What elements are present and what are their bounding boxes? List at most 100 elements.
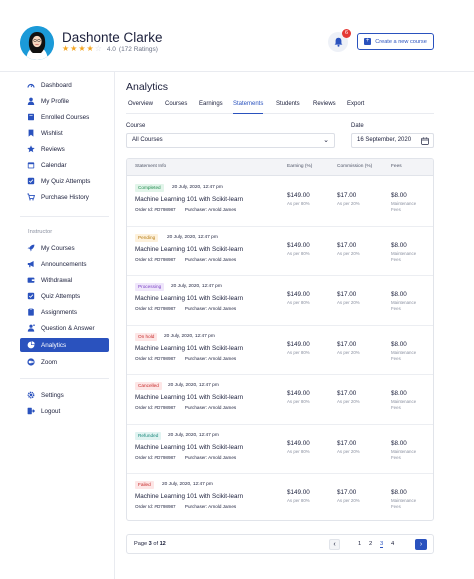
sidebar-item-settings[interactable]: Settings bbox=[20, 388, 109, 402]
table-row[interactable]: Processing 20 July, 2020, 12:47 pm Machi… bbox=[127, 276, 433, 326]
sidebar-item-my-profile[interactable]: My Profile bbox=[20, 94, 109, 108]
sidebar-item-question-answer[interactable]: Question & Answer bbox=[20, 321, 109, 335]
fees-note: Maintenance Fees bbox=[391, 250, 417, 262]
pagination: Page 3 of 12 ‹ 1 2 3 4 › bbox=[126, 534, 434, 554]
table-row[interactable]: Completed 20 July, 2020, 12:47 pm Machin… bbox=[127, 177, 433, 227]
course-name[interactable]: Machine Learning 101 with Scikit-learn bbox=[135, 345, 243, 352]
table-header: Statement Info Earning (%) Commission (%… bbox=[127, 159, 433, 176]
sidebar: Dashboard My Profile Enrolled Courses Wi… bbox=[20, 72, 110, 579]
earning-amount: $149.00 bbox=[287, 390, 310, 397]
sidebar-item-quiz-attempts[interactable]: Quiz Attempts bbox=[20, 289, 109, 303]
book-icon bbox=[27, 113, 35, 121]
order-meta: Order Id: #D798987 Purchaser: Arnold Jam… bbox=[135, 207, 236, 212]
tab-reviews[interactable]: Reviews bbox=[313, 100, 336, 114]
commission-amount: $17.00 bbox=[337, 291, 357, 298]
commission-amount: $17.00 bbox=[337, 439, 357, 447]
date-value: 16 September, 2020 bbox=[357, 137, 412, 143]
sidebar-item-purchase-history[interactable]: Purchase History bbox=[20, 190, 109, 204]
earning-note: As per 80% bbox=[287, 498, 310, 503]
next-page-button[interactable]: › bbox=[415, 539, 427, 550]
tab-overview[interactable]: Overview bbox=[128, 100, 153, 114]
earning-amount: $149.00 bbox=[287, 489, 310, 496]
rating-count: (172 Ratings) bbox=[118, 45, 158, 53]
column-header-commission: Commission (%) bbox=[337, 164, 373, 169]
rocket-icon bbox=[27, 244, 35, 252]
sidebar-item-announcements[interactable]: Announcements bbox=[20, 257, 109, 271]
order-id: Order Id: #D798987 bbox=[135, 256, 176, 262]
sidebar-item-my-quiz-attempts[interactable]: My Quiz Attempts bbox=[20, 174, 109, 188]
statement-datetime: 20 July, 2020, 12:47 pm bbox=[168, 432, 219, 438]
sidebar-item-logout[interactable]: Logout bbox=[20, 404, 109, 418]
star-icon bbox=[27, 145, 35, 153]
purchaser: Purchaser: Arnold James bbox=[184, 355, 237, 361]
column-header-fees: Fees bbox=[391, 164, 402, 169]
sidebar-item-withdrawal[interactable]: Withdrawal bbox=[20, 273, 109, 287]
notification-button[interactable]: 6 bbox=[328, 29, 351, 52]
cart-icon bbox=[27, 193, 35, 201]
star-icon: ★ bbox=[70, 44, 78, 53]
table-row[interactable]: On hold 20 July, 2020, 12:47 pm Machine … bbox=[127, 326, 433, 375]
sidebar-item-analytics[interactable]: Analytics bbox=[20, 338, 109, 352]
page-4-button[interactable]: 4 bbox=[391, 541, 394, 547]
table-row[interactable]: Cancelled 20 July, 2020, 12:47 pm Machin… bbox=[127, 375, 433, 425]
sidebar-separator bbox=[20, 378, 109, 379]
zoom-icon bbox=[27, 358, 35, 366]
previous-page-button[interactable]: ‹ bbox=[329, 539, 340, 550]
course-name[interactable]: Machine Learning 101 with Scikit-learn bbox=[135, 394, 243, 401]
commission-note: As per 20% bbox=[337, 399, 360, 404]
commission-note: As per 20% bbox=[337, 448, 360, 454]
fees-note: Maintenance Fees bbox=[391, 498, 417, 509]
commission-note: As per 20% bbox=[337, 201, 360, 206]
sidebar-item-wishlist[interactable]: Wishlist bbox=[20, 126, 109, 140]
sidebar-item-zoom[interactable]: Zoom bbox=[20, 355, 109, 369]
earning-amount: $149.00 bbox=[287, 439, 310, 447]
commission-note: As per 20% bbox=[337, 349, 360, 355]
table-row[interactable]: Failed 20 July, 2020, 12:47 pm Machine L… bbox=[127, 474, 433, 520]
order-meta: Order Id: #D798987 Purchaser: Arnold Jam… bbox=[135, 257, 236, 262]
sidebar-section-instructor: Instructor bbox=[28, 229, 53, 235]
fees-amount: $8.00 bbox=[391, 291, 407, 298]
sidebar-item-enrolled-courses[interactable]: Enrolled Courses bbox=[20, 110, 109, 124]
sidebar-item-label: Announcements bbox=[41, 260, 87, 268]
course-select[interactable]: All Courses ⌄ bbox=[126, 133, 335, 148]
table-row[interactable]: Pending 20 July, 2020, 12:47 pm Machine … bbox=[127, 227, 433, 276]
order-meta: Order Id: #D798987 Purchaser: Arnold Jam… bbox=[135, 306, 236, 311]
create-course-button[interactable]: + Create a new course bbox=[357, 33, 434, 50]
status-badge: On hold bbox=[135, 332, 158, 341]
avatar-illustration bbox=[20, 26, 54, 60]
sidebar-item-calendar[interactable]: Calendar bbox=[20, 158, 109, 172]
statement-datetime: 20 July, 2020, 12:47 pm bbox=[164, 333, 215, 339]
sidebar-item-label: Logout bbox=[41, 407, 61, 415]
page-1-button[interactable]: 1 bbox=[358, 541, 361, 547]
tab-statements[interactable]: Statements bbox=[233, 100, 264, 114]
tab-export[interactable]: Export bbox=[347, 100, 364, 114]
tab-students[interactable]: Students bbox=[276, 100, 300, 114]
status-badge: Pending bbox=[135, 233, 159, 242]
course-name[interactable]: Machine Learning 101 with Scikit-learn bbox=[135, 444, 243, 451]
sidebar-item-label: Withdrawal bbox=[41, 276, 73, 284]
page-2-button[interactable]: 2 bbox=[369, 541, 372, 547]
sidebar-item-reviews[interactable]: Reviews bbox=[20, 142, 109, 156]
page-3-button[interactable]: 3 bbox=[380, 541, 384, 548]
table-row[interactable]: Refunded 20 July, 2020, 12:47 pm Machine… bbox=[127, 425, 433, 474]
tab-courses[interactable]: Courses bbox=[165, 100, 187, 114]
earning-note: As per 80% bbox=[287, 201, 310, 206]
sidebar-item-assignments[interactable]: Assignments bbox=[20, 305, 109, 319]
star-icon: ★ bbox=[78, 44, 86, 53]
notification-badge: 6 bbox=[342, 29, 351, 38]
tab-earnings[interactable]: Earnings bbox=[199, 100, 223, 114]
date-field[interactable]: 16 September, 2020 bbox=[351, 133, 434, 148]
course-name[interactable]: Machine Learning 101 with Scikit-learn bbox=[135, 295, 243, 302]
course-name[interactable]: Machine Learning 101 with Scikit-learn bbox=[135, 196, 243, 203]
course-name[interactable]: Machine Learning 101 with Scikit-learn bbox=[135, 246, 243, 253]
commission-amount: $17.00 bbox=[337, 192, 357, 199]
avatar[interactable] bbox=[20, 26, 54, 60]
sidebar-item-dashboard[interactable]: Dashboard bbox=[20, 78, 109, 92]
calendar-icon[interactable] bbox=[421, 137, 429, 151]
order-id: Order Id: #D798987 bbox=[135, 454, 176, 460]
sidebar-item-my-courses[interactable]: My Courses bbox=[20, 241, 109, 255]
commission-amount: $17.00 bbox=[337, 390, 357, 397]
tab-bar: Overview Courses Earnings Statements Stu… bbox=[126, 100, 434, 114]
course-name[interactable]: Machine Learning 101 with Scikit-learn bbox=[135, 493, 243, 500]
sidebar-item-label: My Courses bbox=[41, 244, 75, 252]
